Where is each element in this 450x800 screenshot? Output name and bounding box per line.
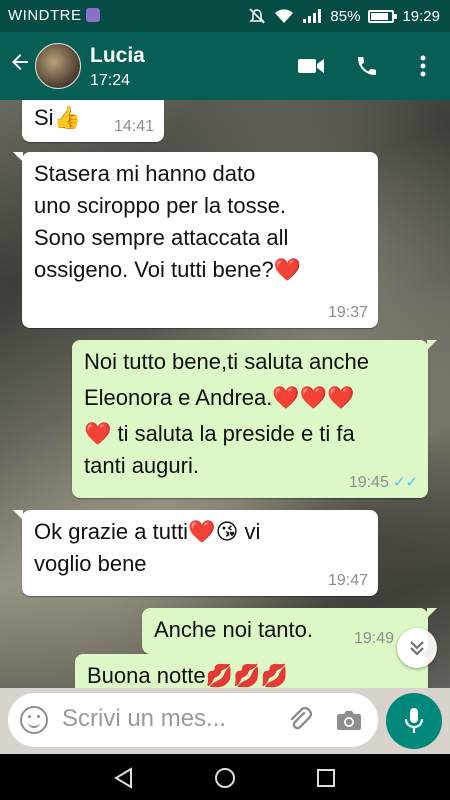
contact-name[interactable]: Lucia	[90, 44, 145, 68]
message-time: 19:45 ✓✓	[349, 474, 418, 492]
carrier-name: WINDTRE	[8, 7, 82, 24]
message-line: Ok grazie a tutti❤️😘 vi	[34, 519, 261, 544]
battery-icon	[368, 9, 398, 23]
message-text: Buona notte💋💋💋	[87, 663, 288, 688]
message-placeholder[interactable]: Scrivi un mes...	[62, 705, 226, 733]
mic-button[interactable]	[386, 693, 442, 749]
message-bubble[interactable]: Buona notte💋💋💋	[75, 654, 428, 688]
video-call-button[interactable]	[296, 52, 326, 80]
message-time-text: 19:45	[348, 474, 389, 491]
kebab-menu-icon	[420, 55, 426, 77]
message-line: Noi tutto bene,ti saluta anche	[84, 349, 369, 374]
nav-back-icon[interactable]	[112, 766, 136, 790]
battery-percent: 85%	[330, 7, 361, 25]
signal-icon	[303, 9, 322, 23]
video-camera-icon	[298, 59, 324, 73]
message-bubble[interactable]: Si👍 14:41	[22, 100, 164, 142]
chat-header: Lucia 17:24	[0, 32, 450, 100]
message-bubble[interactable]: Ok grazie a tutti❤️😘 vi voglio bene 19:4…	[13, 510, 378, 596]
message-bubble[interactable]: Anche noi tanto. 19:49	[142, 608, 437, 654]
message-line: voglio bene	[34, 551, 147, 576]
back-button[interactable]	[8, 50, 34, 80]
battery-fill	[371, 12, 389, 20]
camera-icon[interactable]	[336, 708, 362, 732]
status-right: 85% 19:29	[248, 7, 440, 25]
composer: Scrivi un mes...	[0, 688, 450, 754]
message-bubble[interactable]: Noi tutto bene,ti saluta anche Eleonora …	[72, 340, 437, 498]
message-line: Sono sempre attaccata all	[34, 225, 289, 250]
message-line: uno sciroppo per la tosse.	[34, 193, 286, 218]
message-line: Stasera mi hanno dato	[34, 161, 256, 186]
wifi-icon	[275, 9, 294, 23]
nav-recents-icon[interactable]	[314, 766, 338, 790]
message-text: Anche noi tanto.	[154, 617, 314, 642]
phone-icon	[358, 57, 376, 75]
carrier-app-icon	[86, 8, 100, 22]
double-chevron-down-icon	[410, 641, 424, 656]
microphone-icon	[404, 708, 424, 733]
message-list[interactable]: Si👍 14:41 Stasera mi hanno dato uno scir…	[0, 100, 450, 688]
clock: 19:29	[402, 7, 440, 25]
menu-button[interactable]	[408, 52, 438, 80]
last-seen: 17:24	[90, 72, 131, 89]
status-bar: WINDTRE 85% 19:29	[0, 0, 450, 32]
emoji-icon[interactable]	[20, 706, 48, 734]
paperclip-icon[interactable]	[286, 706, 314, 734]
avatar[interactable]	[35, 43, 81, 89]
message-bubble[interactable]: Stasera mi hanno dato uno sciroppo per l…	[13, 152, 378, 328]
nav-home-icon[interactable]	[213, 766, 237, 790]
message-time: 19:47	[327, 572, 368, 589]
arrow-left-icon	[12, 54, 28, 70]
message-line: Eleonora e Andrea.❤️❤️❤️	[84, 385, 355, 410]
voice-call-button[interactable]	[352, 52, 382, 80]
message-line: ❤️ ti saluta la preside e ti fa	[84, 421, 355, 446]
message-text: Si👍	[34, 105, 81, 130]
message-line: ossigeno. Voi tutti bene?❤️	[34, 257, 302, 282]
message-input[interactable]: Scrivi un mes...	[8, 693, 378, 747]
message-time: 19:37	[327, 304, 368, 321]
message-time: 14:41	[113, 118, 154, 135]
read-receipt-icon: ✓✓	[392, 474, 418, 491]
scroll-to-bottom-button[interactable]	[397, 628, 437, 668]
mute-icon	[249, 8, 266, 24]
system-nav-bar	[0, 754, 450, 800]
header-actions	[296, 52, 438, 80]
message-time: 19:49	[353, 630, 394, 647]
